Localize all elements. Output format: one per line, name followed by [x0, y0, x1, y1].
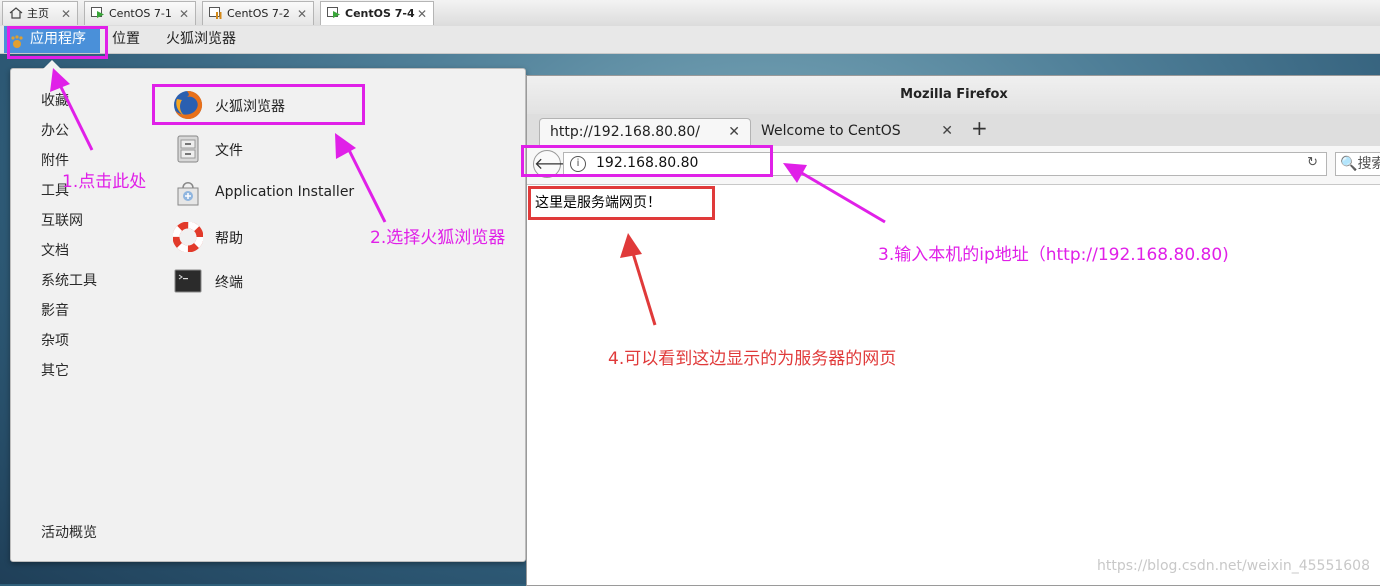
- vm-tab-home[interactable]: 主页 ✕: [2, 1, 78, 25]
- applications-menu-popup: 收藏 办公 附件 工具 互联网 文档 系统工具 影音 杂项 其它 活动概览 火狐…: [10, 60, 526, 562]
- close-icon[interactable]: ✕: [417, 2, 427, 26]
- annotation-step4: 4.可以看到这边显示的为服务器的网页: [608, 349, 897, 369]
- category-internet[interactable]: 互联网: [41, 210, 83, 230]
- tab-label: Welcome to CentOS: [761, 123, 901, 139]
- highlight-box-firefox: [152, 84, 365, 125]
- vm-tab-bar: 主页 ✕ CentOS 7-1 ✕ CentOS 7-2 ✕ CentOS 7-…: [0, 0, 1380, 27]
- category-favorites[interactable]: 收藏: [41, 90, 69, 110]
- app-label: Application Installer: [215, 184, 355, 200]
- app-installer-icon: [173, 178, 203, 208]
- close-icon[interactable]: ✕: [297, 2, 307, 26]
- category-office[interactable]: 办公: [41, 120, 69, 140]
- home-icon: [9, 4, 23, 19]
- browser-tab-welcome[interactable]: Welcome to CentOS ✕: [751, 118, 963, 146]
- category-sound-video[interactable]: 影音: [41, 300, 69, 320]
- file-cabinet-icon: [173, 134, 203, 164]
- app-terminal[interactable]: 终端: [171, 264, 371, 300]
- watermark-text: https://blog.csdn.net/weixin_45551608: [1096, 558, 1370, 574]
- close-tab-icon[interactable]: ✕: [728, 119, 740, 145]
- app-label: 终端: [215, 275, 243, 291]
- search-placeholder: 搜索: [1357, 156, 1380, 172]
- lifebuoy-help-icon: [172, 221, 204, 253]
- category-documents[interactable]: 文档: [41, 240, 69, 260]
- vm-tab-label: CentOS 7-4: [345, 7, 415, 20]
- vm-play-icon: [91, 4, 105, 18]
- category-system-tools[interactable]: 系统工具: [41, 270, 97, 290]
- vm-tab-centos-7-4[interactable]: CentOS 7-4 ✕: [320, 1, 434, 25]
- app-application-installer[interactable]: Application Installer: [171, 176, 371, 212]
- vm-tab-centos-7-1[interactable]: CentOS 7-1 ✕: [84, 1, 196, 25]
- category-other[interactable]: 其它: [41, 360, 69, 380]
- close-icon[interactable]: ✕: [61, 2, 71, 26]
- app-label: 文件: [215, 143, 243, 159]
- browser-tab-strip: http://192.168.80.80/ ✕ Welcome to CentO…: [527, 114, 1380, 147]
- window-title: Mozilla Firefox: [527, 76, 1380, 114]
- highlight-box-page: [528, 186, 715, 220]
- vm-paused-icon: [209, 4, 223, 19]
- app-label: 帮助: [215, 231, 243, 247]
- reload-icon[interactable]: ↻: [1307, 155, 1318, 170]
- activities-overview-link[interactable]: 活动概览: [41, 522, 97, 542]
- running-app-menu[interactable]: 火狐浏览器: [166, 26, 236, 53]
- highlight-box-url: [521, 145, 773, 177]
- vm-tab-centos-7-2[interactable]: CentOS 7-2 ✕: [202, 1, 314, 25]
- vm-tab-label: CentOS 7-2: [227, 7, 290, 20]
- vm-tab-label: 主页: [27, 7, 49, 20]
- tab-label: http://192.168.80.80/: [550, 124, 701, 140]
- close-icon[interactable]: ✕: [179, 2, 189, 26]
- app-files[interactable]: 文件: [171, 132, 371, 168]
- highlight-box-applications: [7, 26, 108, 59]
- gnome-top-bar: 应用程序 位置 火狐浏览器: [0, 26, 1380, 54]
- places-menu-button[interactable]: 位置: [112, 26, 140, 53]
- search-icon: 🔍: [1340, 156, 1358, 172]
- annotation-step2: 2.选择火狐浏览器: [370, 228, 506, 248]
- app-help[interactable]: 帮助: [171, 220, 371, 256]
- vm-tab-label: CentOS 7-1: [109, 7, 172, 20]
- close-tab-icon[interactable]: ✕: [941, 118, 953, 144]
- terminal-icon: [173, 266, 203, 296]
- annotation-step1: 1.点击此处: [62, 172, 147, 192]
- vm-play-icon: [327, 4, 341, 18]
- browser-tab-active[interactable]: http://192.168.80.80/ ✕: [539, 118, 751, 146]
- new-tab-button[interactable]: +: [971, 116, 988, 140]
- annotation-step3: 3.输入本机的ip地址（http://192.168.80.80): [878, 245, 1229, 265]
- search-input[interactable]: 🔍搜索: [1335, 152, 1380, 176]
- category-sundry[interactable]: 杂项: [41, 330, 69, 350]
